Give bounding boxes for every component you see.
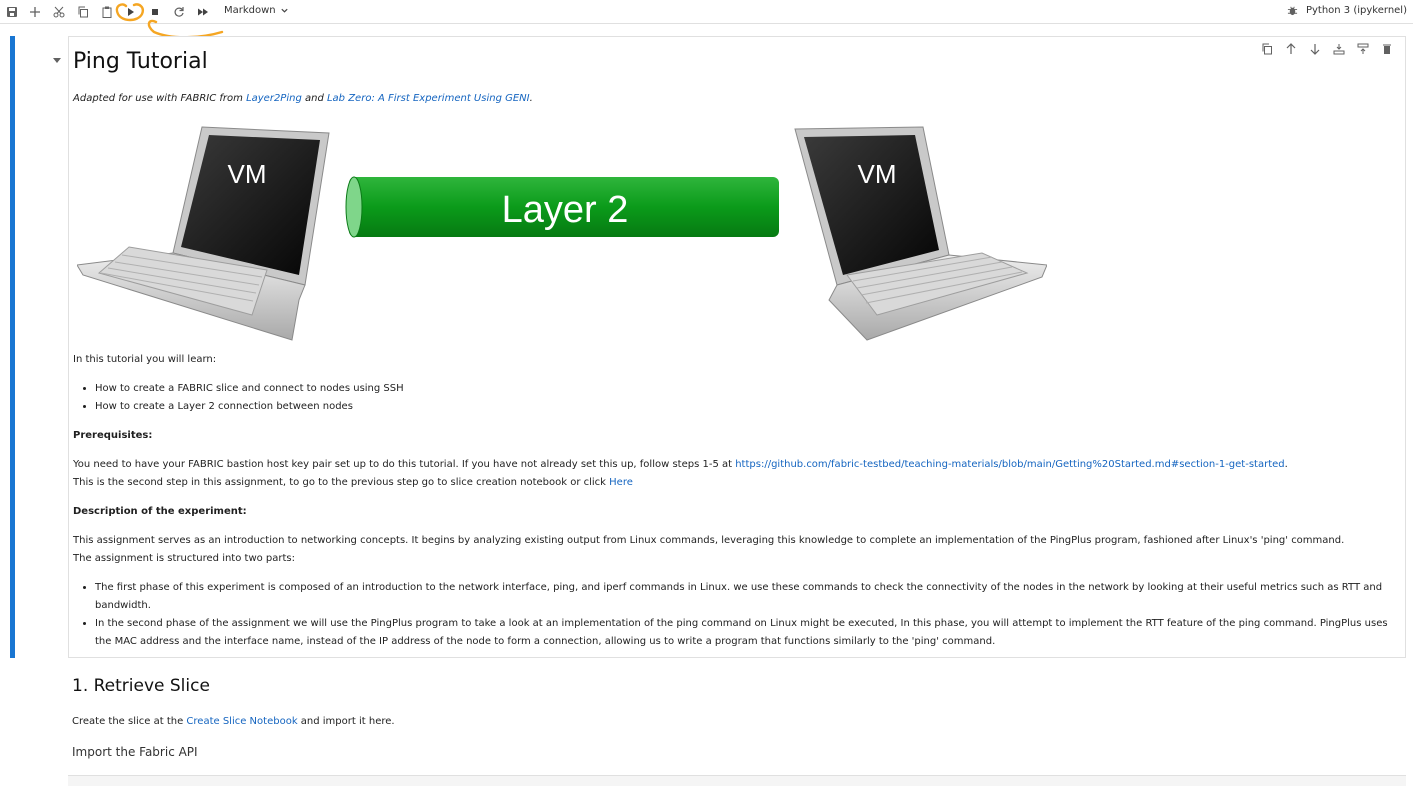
section-text: Create the slice at the Create Slice Not… bbox=[72, 713, 395, 731]
right-laptop bbox=[794, 126, 1047, 341]
page-title: Ping Tutorial bbox=[73, 49, 208, 74]
prereq-period: . bbox=[1284, 459, 1288, 470]
description-line-2: The assignment is structured into two pa… bbox=[73, 553, 296, 564]
right-vm-label: VM bbox=[858, 159, 897, 189]
description-text: This assignment serves as an introductio… bbox=[73, 532, 1344, 568]
section-text-suffix: and import it here. bbox=[297, 716, 395, 727]
kernel-name: Python 3 (ipykernel) bbox=[1305, 5, 1407, 16]
duplicate-cell-icon[interactable] bbox=[1259, 41, 1275, 57]
subtitle-prefix: Adapted for use with FABRIC from bbox=[73, 93, 247, 104]
kernel-status[interactable]: Python 3 (ipykernel) bbox=[1287, 5, 1407, 16]
create-slice-notebook-link[interactable]: Create Slice Notebook bbox=[186, 716, 297, 727]
list-item: In the second phase of the assignment we… bbox=[95, 615, 1395, 651]
description-line-1: This assignment serves as an introductio… bbox=[73, 535, 1345, 546]
copy-icon[interactable] bbox=[75, 4, 91, 20]
description-heading: Description of the experiment: bbox=[73, 506, 247, 517]
left-laptop bbox=[77, 126, 330, 341]
collapse-heading-icon[interactable] bbox=[53, 58, 61, 63]
layer2-label: Layer 2 bbox=[502, 189, 629, 231]
section-text-prefix: Create the slice at the bbox=[72, 716, 187, 727]
getting-started-link[interactable]: https://github.com/fabric-testbed/teachi… bbox=[735, 459, 1284, 470]
move-down-icon[interactable] bbox=[1307, 41, 1323, 57]
layer2-diagram: VM Layer 2 VM bbox=[77, 126, 1047, 341]
active-cell-indicator bbox=[10, 36, 15, 658]
list-item: The first phase of this experiment is co… bbox=[95, 579, 1395, 615]
prereq-heading: Prerequisites: bbox=[73, 430, 153, 441]
move-up-icon[interactable] bbox=[1283, 41, 1299, 57]
list-item: How to create a Layer 2 connection betwe… bbox=[95, 398, 404, 416]
code-cell[interactable] bbox=[68, 775, 1406, 786]
markdown-cell[interactable]: Ping Tutorial Adapted for use with FABRI… bbox=[68, 36, 1406, 658]
save-icon[interactable] bbox=[4, 4, 20, 20]
second-step-text: This is the second step in this assignme… bbox=[73, 477, 610, 488]
prereq-text: You need to have your FABRIC bastion hos… bbox=[73, 456, 1288, 492]
cell-type-value: Markdown bbox=[224, 5, 276, 16]
delete-cell-icon[interactable] bbox=[1379, 41, 1395, 57]
add-cell-icon[interactable] bbox=[27, 4, 43, 20]
stop-icon[interactable] bbox=[147, 4, 163, 20]
intro-text: In this tutorial you will learn: bbox=[73, 354, 217, 365]
cell-toolbar bbox=[1259, 41, 1395, 57]
list-item: How to create a FABRIC slice and connect… bbox=[95, 380, 404, 398]
run-icon[interactable] bbox=[123, 4, 139, 20]
run-all-icon[interactable] bbox=[195, 4, 211, 20]
cell-type-select[interactable]: Markdown bbox=[224, 5, 289, 16]
paste-icon[interactable] bbox=[99, 4, 115, 20]
insert-above-icon[interactable] bbox=[1331, 41, 1347, 57]
debugger-bug-icon[interactable] bbox=[1287, 5, 1298, 16]
layer2ping-link[interactable]: Layer2Ping bbox=[246, 93, 302, 104]
lab-zero-link[interactable]: Lab Zero: A First Experiment Using GENI bbox=[327, 93, 530, 104]
subtitle: Adapted for use with FABRIC from Layer2P… bbox=[73, 93, 533, 104]
notebook-toolbar: Markdown Python 3 (ipykernel) bbox=[0, 0, 1413, 24]
chevron-down-icon bbox=[281, 8, 288, 13]
prereq-body: You need to have your FABRIC bastion hos… bbox=[73, 459, 736, 470]
restart-icon[interactable] bbox=[171, 4, 187, 20]
section-subheading: Import the Fabric API bbox=[72, 745, 198, 759]
insert-below-icon[interactable] bbox=[1355, 41, 1371, 57]
here-link[interactable]: Here bbox=[609, 477, 633, 488]
learn-list: How to create a FABRIC slice and connect… bbox=[73, 380, 404, 416]
subtitle-mid: and bbox=[301, 93, 327, 104]
phases-list: The first phase of this experiment is co… bbox=[73, 579, 1395, 651]
subtitle-suffix: . bbox=[529, 93, 533, 104]
cut-icon[interactable] bbox=[51, 4, 67, 20]
left-vm-label: VM bbox=[228, 159, 267, 189]
section-heading: 1. Retrieve Slice bbox=[72, 676, 210, 696]
